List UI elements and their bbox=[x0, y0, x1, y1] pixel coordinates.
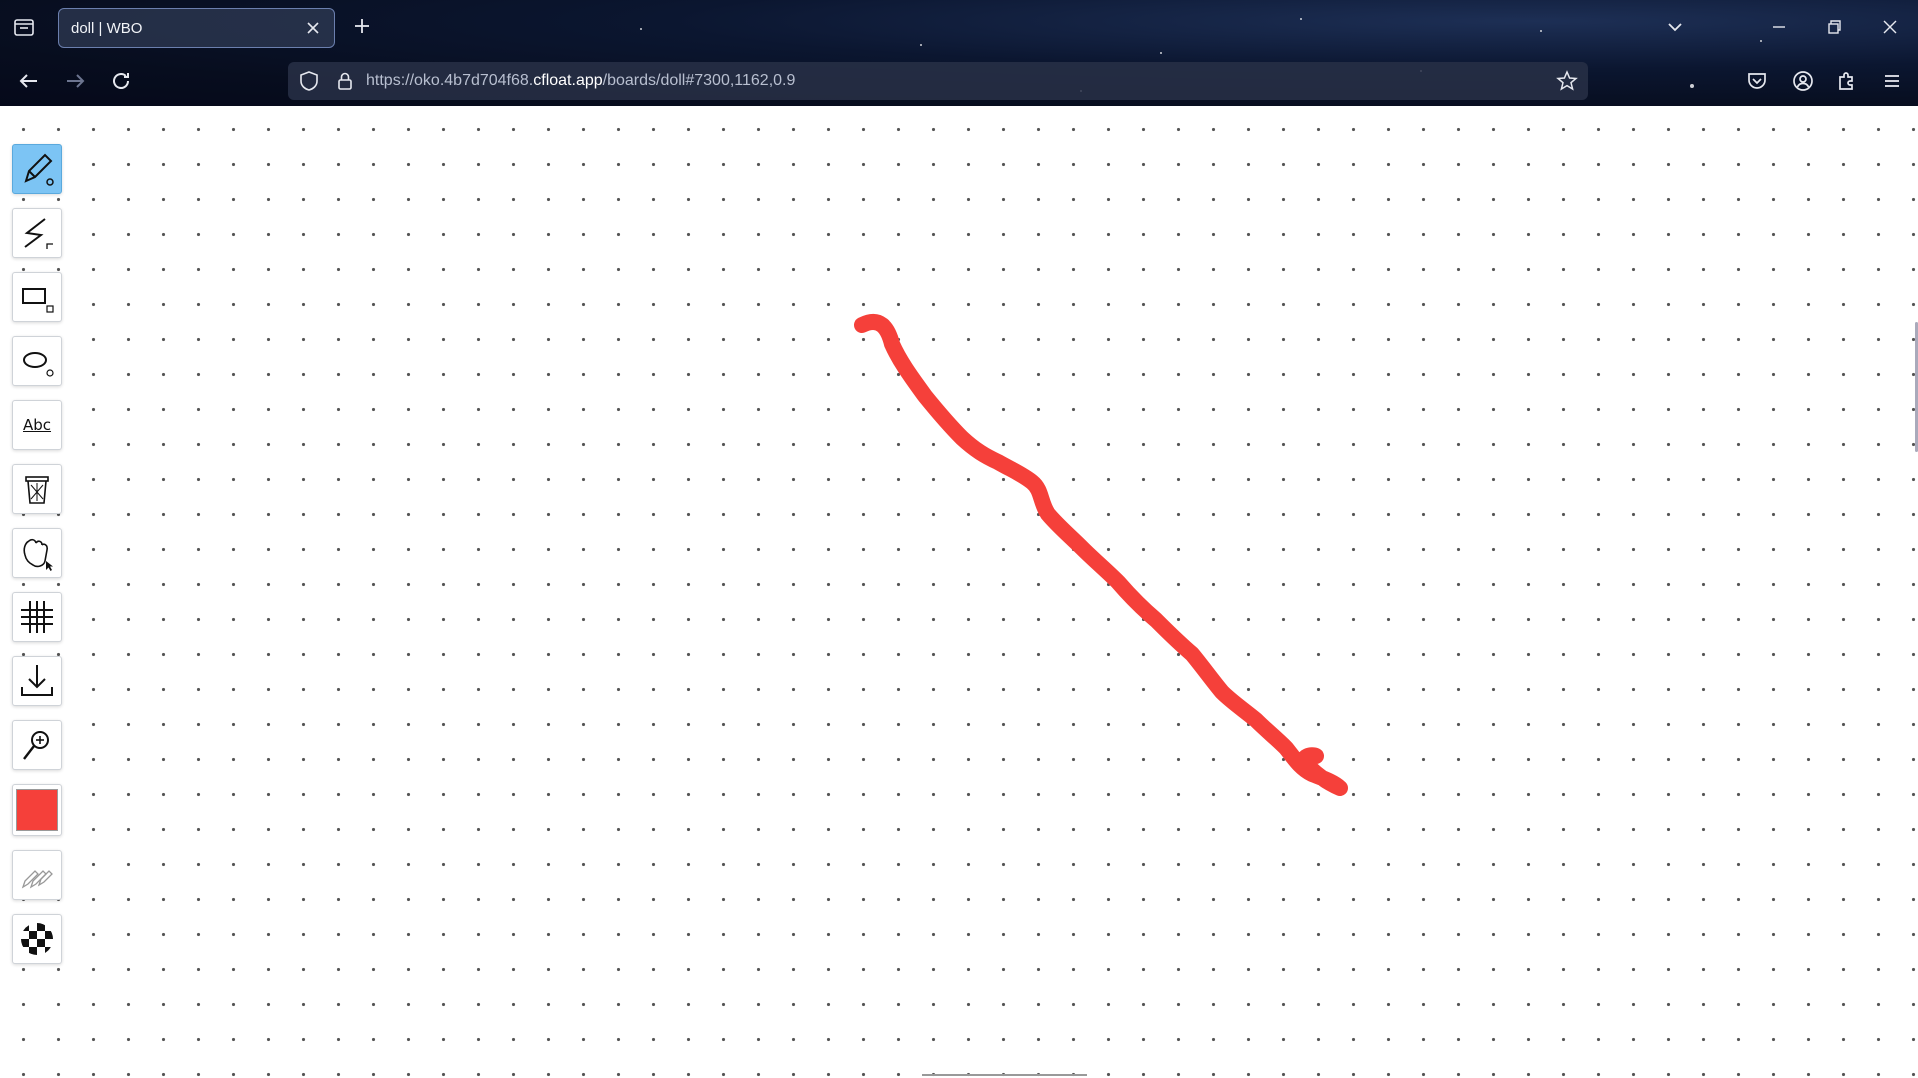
ellipse-icon bbox=[23, 352, 54, 377]
url-text[interactable]: https://oko.4b7d704f68.cfloat.app/boards… bbox=[366, 72, 795, 90]
checker-icon bbox=[21, 923, 53, 955]
extensions-icon[interactable] bbox=[1834, 68, 1860, 94]
opacity-tool-button[interactable] bbox=[12, 914, 62, 964]
tab-title: doll | WBO bbox=[71, 20, 143, 37]
line-tool-button[interactable] bbox=[12, 208, 62, 258]
url-prefix: https://oko.4b7d704f68. bbox=[366, 72, 534, 89]
menu-icon[interactable] bbox=[1879, 68, 1905, 94]
text-icon: Abc bbox=[22, 416, 52, 434]
rectangle-icon bbox=[22, 288, 54, 313]
shield-icon[interactable] bbox=[298, 70, 320, 92]
eraser-tool-button[interactable] bbox=[12, 464, 62, 514]
zoom-tool-button[interactable] bbox=[12, 720, 62, 770]
minimize-icon[interactable] bbox=[1767, 15, 1791, 39]
horizontal-scrollbar[interactable] bbox=[922, 1074, 1087, 1076]
download-tool-button[interactable] bbox=[12, 656, 62, 706]
url-host: cfloat.app bbox=[533, 72, 603, 89]
ellipse-tool-button[interactable] bbox=[12, 336, 62, 386]
zoom-icon bbox=[23, 731, 49, 760]
restore-icon[interactable] bbox=[1822, 15, 1846, 39]
url-bar[interactable]: https://oko.4b7d704f68.cfloat.app/boards… bbox=[288, 62, 1588, 100]
rectangle-tool-button[interactable] bbox=[12, 272, 62, 322]
whiteboard-canvas[interactable]: Abc bbox=[0, 106, 1918, 1078]
pencil-icon bbox=[24, 153, 54, 186]
account-icon[interactable] bbox=[1790, 68, 1816, 94]
reload-icon[interactable] bbox=[108, 68, 134, 94]
browser-chrome: doll | WBO https://oko.4b7d704f68.cfloat… bbox=[0, 0, 1918, 106]
new-tab-icon[interactable] bbox=[350, 14, 374, 38]
bookmark-star-icon[interactable] bbox=[1556, 70, 1578, 92]
close-window-icon[interactable] bbox=[1878, 15, 1902, 39]
pencil-tool-button[interactable] bbox=[12, 144, 62, 194]
color-swatch bbox=[16, 789, 58, 831]
trash-icon bbox=[25, 476, 49, 504]
drawing-layer bbox=[854, 313, 1348, 796]
chevron-down-icon[interactable] bbox=[1663, 15, 1687, 39]
color-picker-button[interactable] bbox=[12, 784, 62, 836]
url-path: /boards/doll#7300,1162,0.9 bbox=[602, 72, 796, 89]
grid-icon bbox=[21, 601, 53, 633]
size-tool-button[interactable] bbox=[12, 850, 62, 900]
download-icon bbox=[21, 665, 53, 696]
pocket-icon[interactable] bbox=[1744, 68, 1770, 94]
line-icon bbox=[24, 218, 53, 249]
pencils-icon bbox=[21, 870, 53, 889]
navigation-bar: https://oko.4b7d704f68.cfloat.app/boards… bbox=[0, 56, 1918, 106]
active-tab[interactable]: doll | WBO bbox=[58, 8, 335, 48]
forward-arrow-icon[interactable] bbox=[62, 68, 88, 94]
hand-tool-button[interactable] bbox=[12, 528, 62, 578]
hand-icon bbox=[23, 538, 53, 571]
tab-bar: doll | WBO bbox=[0, 0, 1918, 56]
tab-list-icon[interactable] bbox=[12, 15, 36, 39]
close-tab-icon[interactable] bbox=[302, 17, 324, 39]
text-tool-button[interactable]: Abc bbox=[12, 400, 62, 450]
back-arrow-icon[interactable] bbox=[16, 68, 42, 94]
red-pencil-stroke[interactable] bbox=[854, 313, 1348, 796]
grid-tool-button[interactable] bbox=[12, 592, 62, 642]
lock-icon[interactable] bbox=[334, 70, 356, 92]
